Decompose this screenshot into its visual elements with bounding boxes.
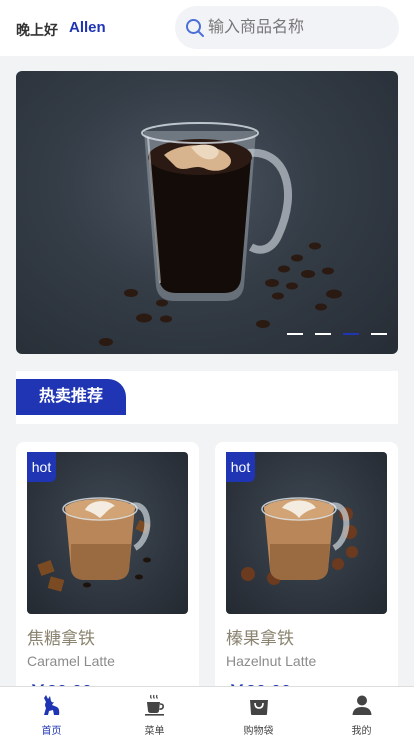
tab-label: 我的 [351, 726, 372, 736]
product-name-cn: 焦糖拿铁 [27, 629, 95, 648]
tab-menu[interactable]: 菜单 [103, 687, 206, 736]
coffee-cup-icon [145, 694, 164, 716]
search-icon [186, 19, 204, 37]
product-name-cn: 榛果拿铁 [226, 629, 294, 648]
top-header: 晚上好 Allen [0, 0, 414, 56]
user-icon [352, 695, 372, 715]
carousel-dot[interactable] [371, 333, 387, 335]
search-bar[interactable] [175, 6, 399, 49]
username[interactable]: Allen [69, 19, 106, 36]
carousel-dot-active[interactable] [343, 333, 359, 335]
carousel-dot[interactable] [315, 333, 331, 335]
product-card[interactable]: hot 焦糖拿铁 Caramel Latte ￥30.00 [16, 442, 199, 702]
tab-profile[interactable]: 我的 [310, 687, 413, 736]
deer-home-icon [44, 695, 60, 715]
tab-label: 菜单 [144, 726, 165, 736]
banner-carousel[interactable] [16, 71, 398, 354]
carousel-indicators [287, 333, 387, 337]
tab-cart[interactable]: 购物袋 [207, 687, 310, 736]
greeting-text: 晚上好 [16, 22, 58, 38]
banner-coffee-image [99, 122, 342, 346]
shopping-bag-icon [250, 700, 268, 715]
product-name-en: Caramel Latte [27, 653, 115, 669]
section-title: 热卖推荐 [16, 379, 126, 415]
search-input[interactable] [208, 6, 393, 49]
section-header: 热卖推荐 [16, 371, 398, 424]
tab-label: 购物袋 [243, 726, 274, 736]
hot-badge: hot [226, 452, 255, 482]
product-name-en: Hazelnut Latte [226, 653, 317, 669]
product-card[interactable]: hot 榛果拿铁 Hazelnut Latte ￥30.00 [215, 442, 398, 702]
hot-badge: hot [27, 452, 56, 482]
carousel-dot[interactable] [287, 333, 303, 335]
tab-label: 首页 [41, 726, 62, 736]
tab-home[interactable]: 首页 [0, 687, 103, 736]
bottom-tab-bar: 首页 菜单 购物袋 我的 [0, 686, 414, 736]
